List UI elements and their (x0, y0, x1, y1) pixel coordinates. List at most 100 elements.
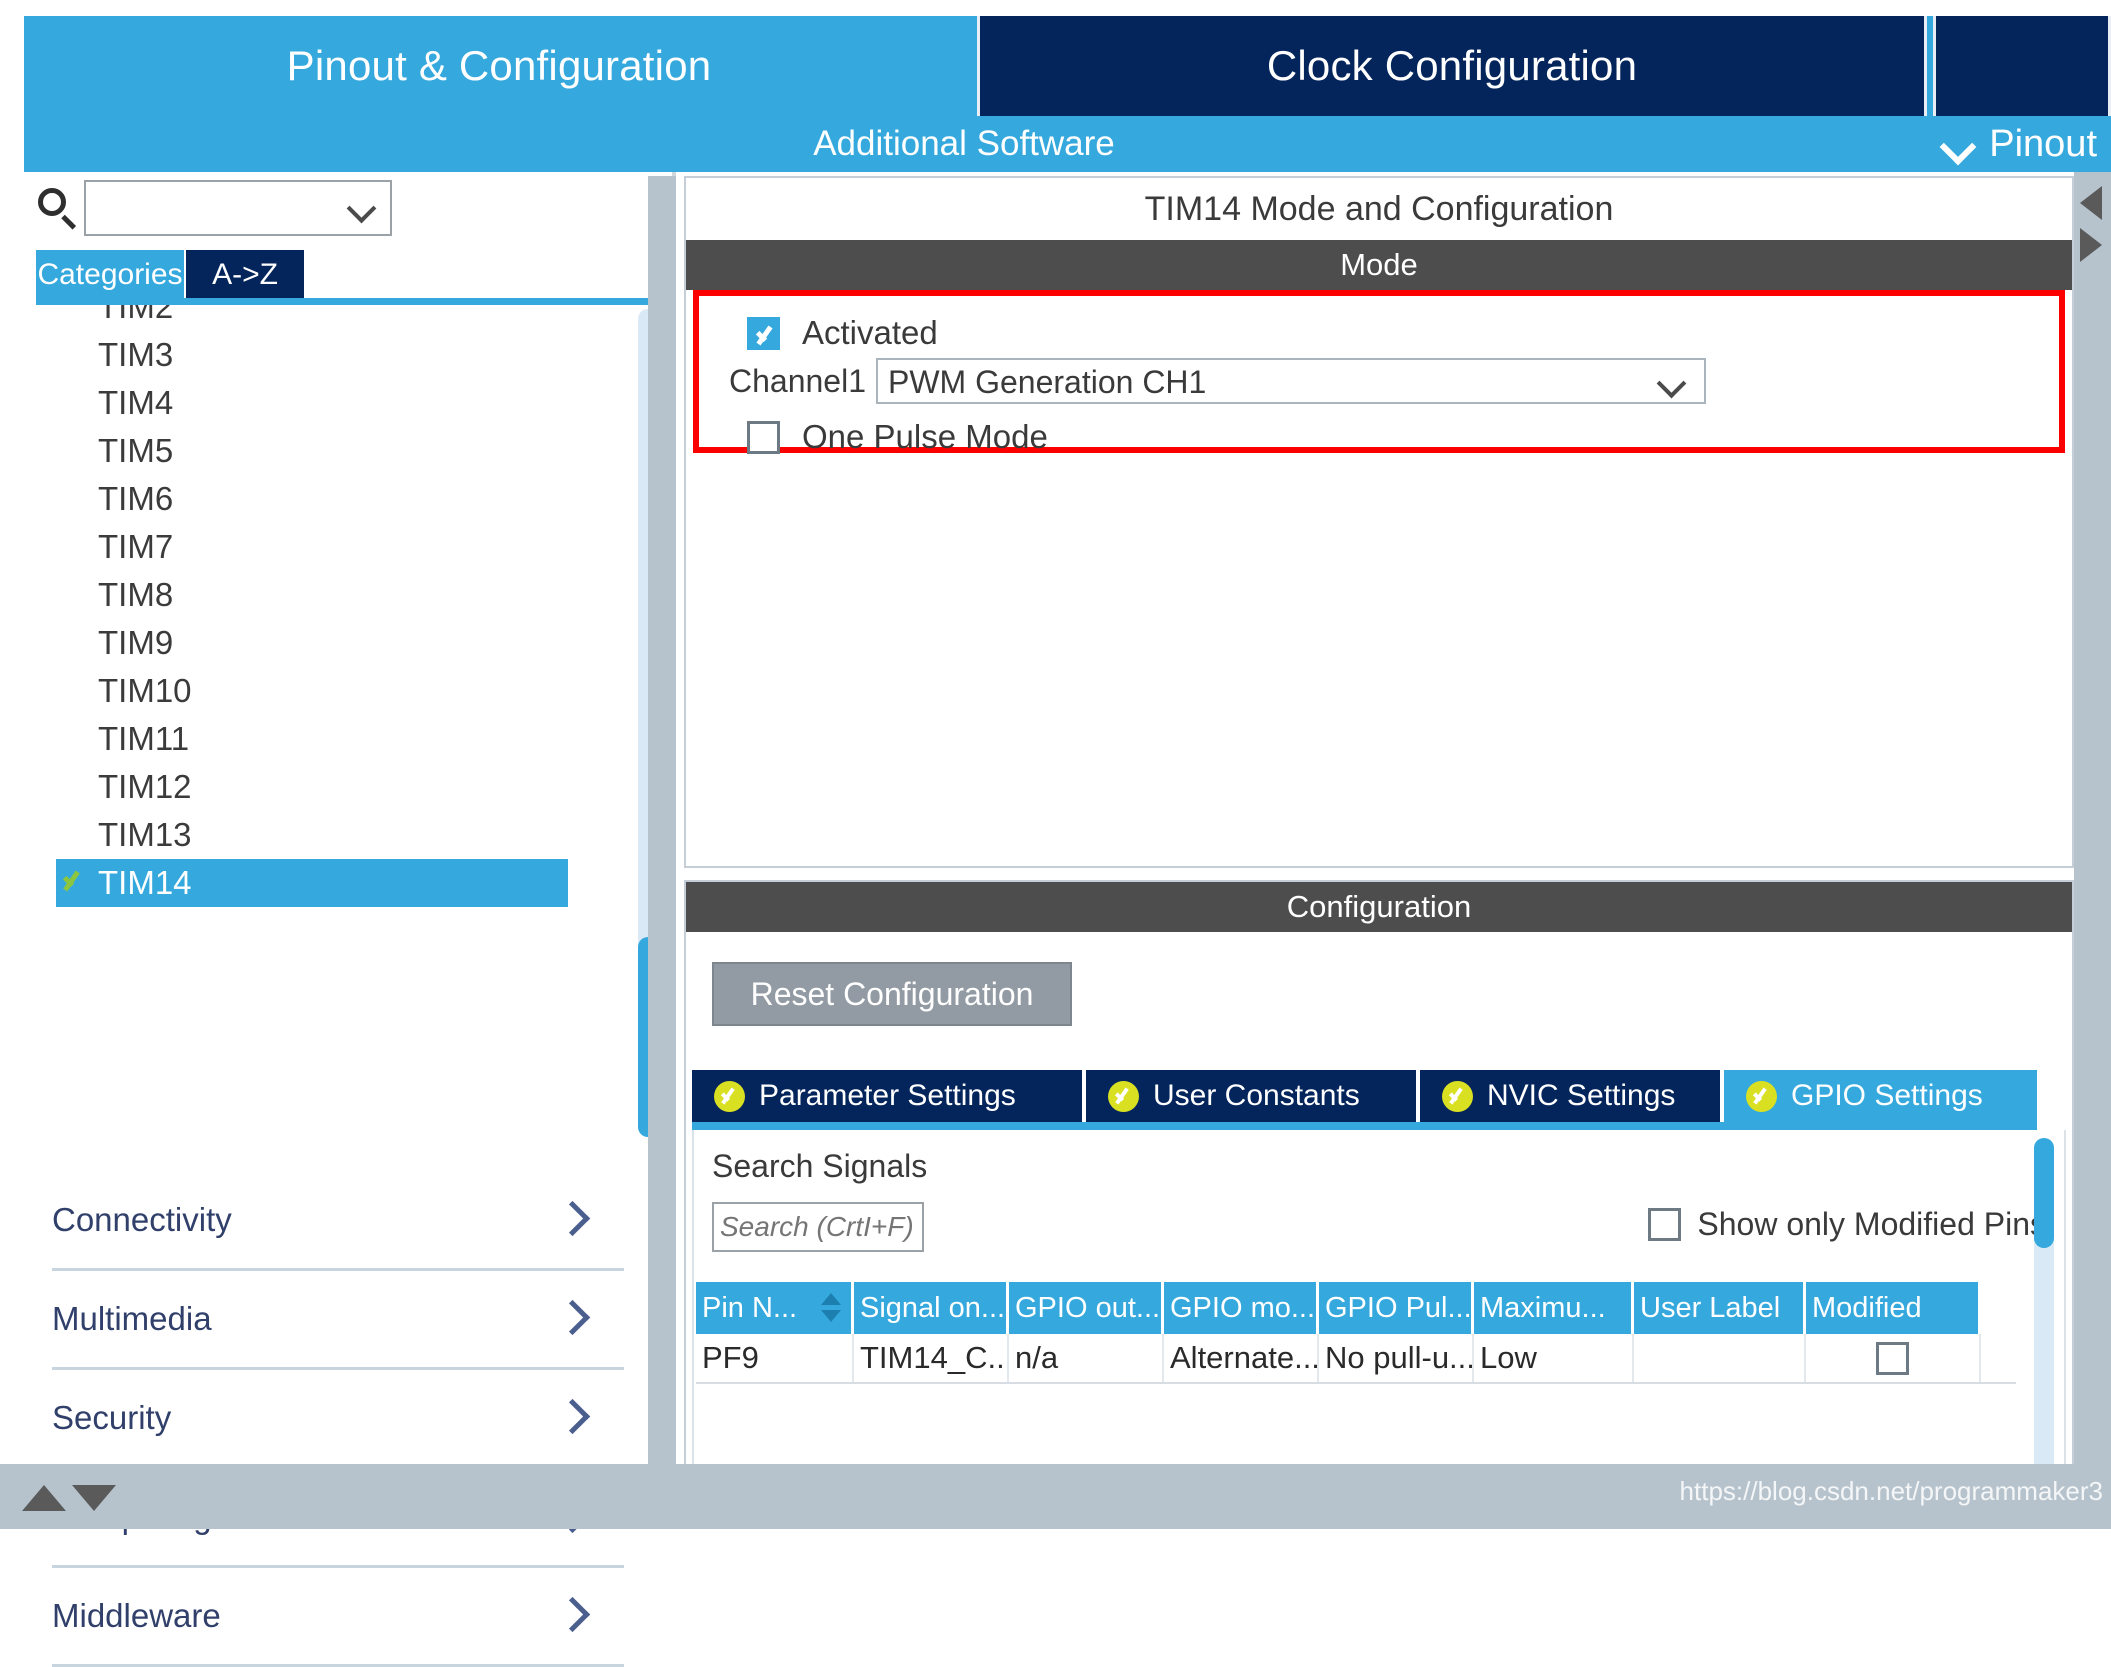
category-security[interactable]: Security (52, 1370, 624, 1469)
tab-gpio-settings-label: GPIO Settings (1791, 1079, 1983, 1113)
table-column-header-label: Maximu... (1480, 1292, 1606, 1325)
sidebar-item-tim12[interactable]: TIM12 (28, 763, 628, 811)
table-cell-user-label[interactable] (1634, 1334, 1806, 1382)
sort-arrows-icon[interactable] (821, 1293, 841, 1323)
sidebar-item-label: TIM4 (98, 384, 173, 421)
sidebar-search-row (0, 172, 672, 244)
table-column-header[interactable]: Signal on... (854, 1282, 1009, 1334)
chevron-down-icon[interactable] (350, 198, 376, 224)
tab-nvic-settings[interactable]: NVIC Settings (1420, 1070, 1720, 1122)
search-input[interactable] (92, 186, 342, 232)
tab-nvic-settings-label: NVIC Settings (1487, 1079, 1675, 1113)
sidebar-item-tim8[interactable]: TIM8 (28, 571, 628, 619)
triangle-left-icon[interactable] (2080, 186, 2102, 220)
category-connectivity[interactable]: Connectivity (52, 1172, 624, 1271)
table-cell-gpio-mode[interactable]: Alternate... (1164, 1334, 1319, 1382)
sidebar-item-label: TIM14 (98, 864, 192, 901)
triangle-right-icon[interactable] (2080, 228, 2102, 262)
channel1-select[interactable]: PWM Generation CH1 (876, 358, 1706, 404)
modified-checkbox[interactable] (1876, 1342, 1909, 1375)
additional-software-button[interactable]: Additional Software (24, 116, 1904, 172)
table-column-header-label: User Label (1640, 1292, 1780, 1325)
sidebar-item-tim3[interactable]: TIM3 (28, 331, 628, 379)
chevron-right-icon (560, 1404, 586, 1430)
table-cell-gpio-output[interactable]: n/a (1009, 1334, 1164, 1382)
tab-categories[interactable]: Categories (36, 250, 184, 300)
search-signals-input[interactable] (714, 1204, 922, 1250)
sidebar-item-tim2[interactable]: TIM2 (28, 305, 628, 331)
triangle-up-icon[interactable] (22, 1485, 66, 1511)
category-list: ConnectivityMultimediaSecurityComputingM… (52, 1172, 624, 1667)
tab-parameter-settings[interactable]: Parameter Settings (692, 1070, 1082, 1122)
sidebar-item-tim10[interactable]: TIM10 (28, 667, 628, 715)
chevron-right-icon (560, 1206, 586, 1232)
sidebar-item-tim7[interactable]: TIM7 (28, 523, 628, 571)
sidebar-item-label: TIM6 (98, 480, 173, 517)
status-bar: https://blog.csdn.net/programmaker3 (676, 1464, 2111, 1529)
chevron-down-icon (1941, 127, 1975, 161)
table-column-header[interactable]: Maximu... (1474, 1282, 1634, 1334)
activated-checkbox-row[interactable]: Activated (747, 314, 938, 352)
table-cell-pin-name[interactable]: PF9 (696, 1334, 854, 1382)
sidebar-item-tim14[interactable]: TIM14 (56, 859, 568, 907)
show-only-modified-pins-checkbox[interactable] (1648, 1208, 1681, 1241)
sidebar-item-label: TIM3 (98, 336, 173, 373)
show-only-modified-pins-row[interactable]: Show only Modified Pins (1648, 1206, 2046, 1243)
sidebar-tab-underline (36, 298, 672, 305)
gpio-table-scrollbar-thumb[interactable] (2034, 1138, 2054, 1248)
tab-user-constants[interactable]: User Constants (1086, 1070, 1416, 1122)
category-multimedia[interactable]: Multimedia (52, 1271, 624, 1370)
tab-clock-configuration[interactable]: Clock Configuration (977, 16, 1927, 116)
sidebar-outer-scrollbar[interactable] (648, 176, 676, 1464)
sidebar-item-label: TIM7 (98, 528, 173, 565)
table-row[interactable]: PF9TIM14_C...n/aAlternate...No pull-u...… (696, 1334, 2016, 1384)
sidebar-item-tim11[interactable]: TIM11 (28, 715, 628, 763)
sidebar-item-label: TIM10 (98, 672, 192, 709)
search-signals-field[interactable] (712, 1202, 924, 1252)
sidebar-item-tim5[interactable]: TIM5 (28, 427, 628, 475)
category-middleware[interactable]: Middleware (52, 1568, 624, 1667)
table-column-header[interactable]: GPIO Pul... (1319, 1282, 1474, 1334)
table-column-header-label: Modified (1812, 1292, 1922, 1325)
main-content-scrollbar[interactable] (2074, 172, 2111, 1529)
table-column-header[interactable]: Modified (1806, 1282, 1981, 1334)
mode-highlight-box: Activated Channel1 PWM Generation CH1 On… (693, 290, 2065, 453)
pinout-menu-button[interactable]: Pinout (1941, 116, 2097, 172)
table-cell-signal-on[interactable]: TIM14_C... (854, 1334, 1009, 1382)
table-column-header[interactable]: User Label (1634, 1282, 1806, 1334)
mode-panel: TIM14 Mode and Configuration Mode Activa… (684, 176, 2074, 868)
table-column-header[interactable]: GPIO mo... (1164, 1282, 1319, 1334)
table-cell-gpio-pull[interactable]: No pull-u... (1319, 1334, 1474, 1382)
tab-gpio-settings[interactable]: GPIO Settings (1724, 1070, 2037, 1122)
sidebar-item-label: TIM5 (98, 432, 173, 469)
table-cell-modified[interactable] (1806, 1334, 1981, 1382)
tab-pinout-label: Pinout & Configuration (287, 42, 712, 90)
table-column-header[interactable]: GPIO out... (1009, 1282, 1164, 1334)
reset-configuration-button[interactable]: Reset Configuration (712, 962, 1072, 1026)
activated-checkbox[interactable] (747, 317, 780, 350)
one-pulse-mode-checkbox[interactable] (747, 421, 780, 454)
sidebar-item-tim6[interactable]: TIM6 (28, 475, 628, 523)
tab-pinout-configuration[interactable]: Pinout & Configuration (24, 16, 974, 116)
tab-a-to-z[interactable]: A->Z (186, 250, 304, 300)
sidebar-tabs: Categories A->Z (36, 250, 672, 300)
check-circle-icon (714, 1081, 745, 1112)
tab-user-constants-label: User Constants (1153, 1079, 1360, 1113)
mode-section-header: Mode (686, 240, 2072, 290)
table-header-row: Pin N...Signal on...GPIO out...GPIO mo..… (696, 1282, 2016, 1334)
sidebar-item-tim9[interactable]: TIM9 (28, 619, 628, 667)
check-circle-icon (1442, 1081, 1473, 1112)
check-icon (60, 869, 88, 895)
chevron-down-icon[interactable] (1660, 373, 1686, 399)
table-column-header[interactable]: Pin N... (696, 1282, 854, 1334)
tab-extra[interactable] (1933, 16, 2111, 116)
one-pulse-mode-checkbox-row[interactable]: One Pulse Mode (747, 418, 1048, 456)
search-combobox[interactable] (84, 180, 392, 236)
triangle-down-icon[interactable] (72, 1485, 116, 1511)
table-cell-maximum[interactable]: Low (1474, 1334, 1634, 1382)
sidebar-item-tim13[interactable]: TIM13 (28, 811, 628, 859)
table-column-header-label: GPIO mo... (1170, 1292, 1315, 1325)
tab-categories-label: Categories (37, 258, 182, 292)
channel1-row: Channel1 PWM Generation CH1 (729, 358, 1706, 404)
sidebar-item-tim4[interactable]: TIM4 (28, 379, 628, 427)
